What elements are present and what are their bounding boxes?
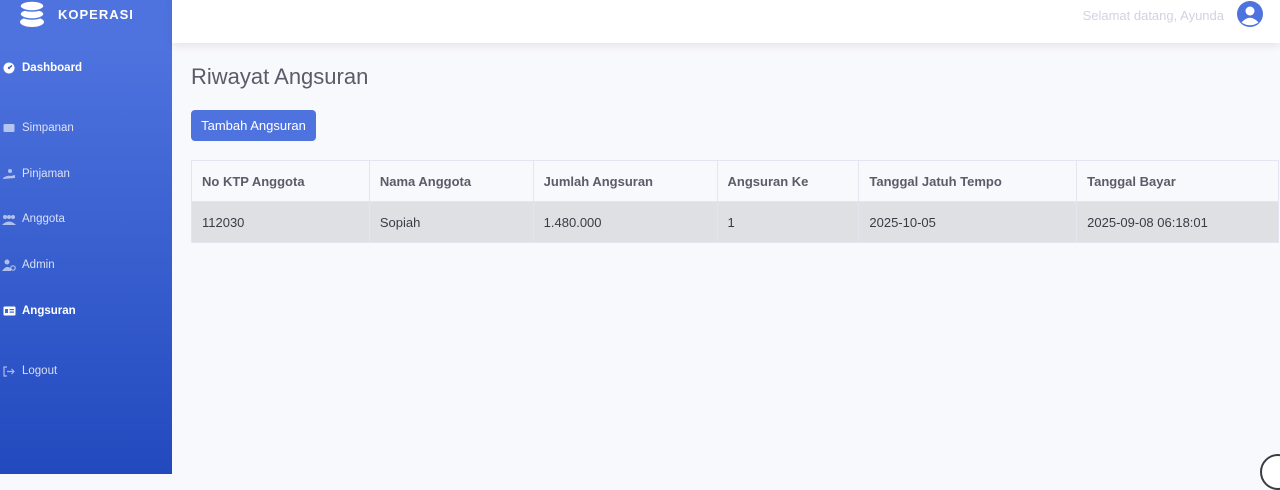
sidebar-item-label: Angsuran [22, 305, 76, 317]
sidebar-item-anggota[interactable]: Anggota [0, 208, 172, 230]
brand-name: KOPERASI [58, 7, 134, 22]
tachometer-icon [2, 61, 16, 75]
coins-icon [18, 0, 46, 30]
sidebar-item-label: Dashboard [22, 62, 82, 74]
sidebar-item-pinjaman[interactable]: Pinjaman [0, 163, 172, 185]
column-header[interactable]: Nama Anggota [369, 161, 533, 202]
page-title: Riwayat Angsuran [191, 64, 368, 90]
add-angsuran-button[interactable]: Tambah Angsuran [191, 110, 316, 141]
angsuran-table: No KTP Anggota Nama Anggota Jumlah Angsu… [191, 160, 1279, 243]
sidebar-item-dashboard[interactable]: Dashboard [0, 57, 172, 79]
sidebar-item-label: Admin [22, 259, 55, 271]
sidebar-item-label: Logout [22, 365, 57, 377]
floating-widget-button[interactable] [1260, 454, 1280, 490]
table-cell: 112030 [192, 202, 370, 243]
sidebar: KOPERASI Dashboard Simpanan Pinjaman Ang… [0, 0, 172, 474]
brand[interactable]: KOPERASI [0, 0, 172, 32]
wallet-icon [2, 121, 16, 135]
sidebar-item-angsuran[interactable]: Angsuran [0, 300, 172, 322]
sidebar-item-simpanan[interactable]: Simpanan [0, 117, 172, 139]
column-header[interactable]: No KTP Anggota [192, 161, 370, 202]
sidebar-item-label: Anggota [22, 213, 65, 225]
sidebar-item-logout[interactable]: Logout [0, 360, 172, 382]
sidebar-item-label: Simpanan [22, 122, 74, 134]
user-circle-icon[interactable] [1237, 1, 1263, 27]
table-cell: 2025-10-05 [859, 202, 1077, 243]
sign-out-icon [2, 364, 16, 378]
table-cell: 2025-09-08 06:18:01 [1077, 202, 1279, 243]
table-cell: 1.480.000 [533, 202, 717, 243]
column-header[interactable]: Tanggal Bayar [1077, 161, 1279, 202]
table-row[interactable]: 112030 Sopiah 1.480.000 1 2025-10-05 202… [192, 202, 1279, 243]
column-header[interactable]: Tanggal Jatuh Tempo [859, 161, 1077, 202]
column-header[interactable]: Angsuran Ke [717, 161, 859, 202]
sidebar-item-label: Pinjaman [22, 168, 70, 180]
id-card-icon [2, 304, 16, 318]
table-cell: Sopiah [369, 202, 533, 243]
users-icon [2, 212, 16, 226]
table-header-row: No KTP Anggota Nama Anggota Jumlah Angsu… [192, 161, 1279, 202]
column-header[interactable]: Jumlah Angsuran [533, 161, 717, 202]
topbar: Selamat datang, Ayunda [172, 0, 1280, 43]
greeting-text[interactable]: Selamat datang, Ayunda [1083, 8, 1224, 23]
sidebar-item-admin[interactable]: Admin [0, 254, 172, 276]
table-cell: 1 [717, 202, 859, 243]
user-cog-icon [2, 258, 16, 272]
hand-holding-icon [2, 167, 16, 181]
